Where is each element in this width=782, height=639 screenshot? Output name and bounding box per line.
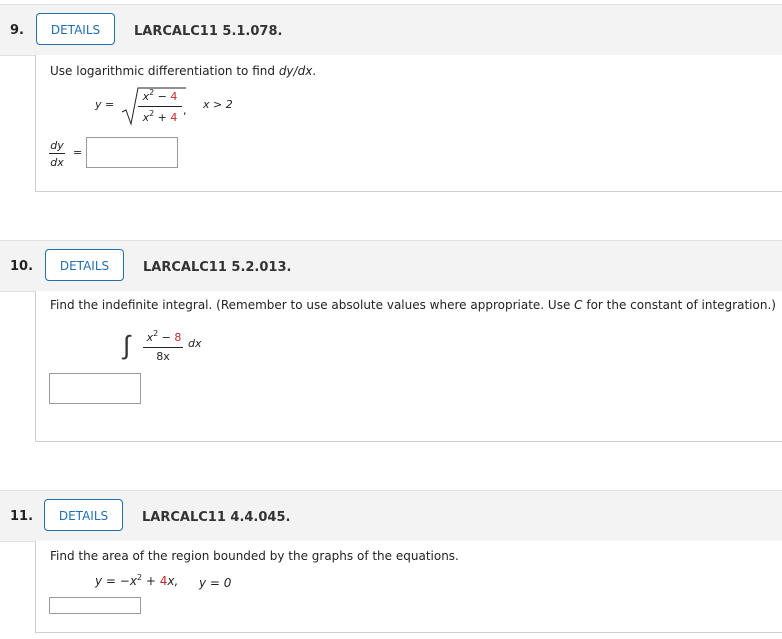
details-button[interactable]: DETAILS bbox=[44, 499, 123, 531]
details-button[interactable]: DETAILS bbox=[36, 13, 115, 45]
answer-input[interactable] bbox=[86, 137, 178, 168]
integral-sign: ∫ bbox=[123, 331, 131, 361]
answer-input[interactable] bbox=[49, 597, 141, 614]
problem-code: LARCALC11 4.4.045. bbox=[142, 510, 291, 525]
fraction-numerator: x2 − 8 bbox=[146, 329, 182, 345]
answer-equals: = bbox=[73, 146, 83, 159]
fraction-numerator: x2 − 4 bbox=[142, 88, 178, 104]
question-prompt: Use logarithmic differentiation to find … bbox=[50, 64, 317, 78]
problem-code: LARCALC11 5.1.078. bbox=[134, 24, 283, 39]
fraction-bar bbox=[138, 106, 182, 107]
question-number: 10. bbox=[10, 259, 34, 274]
answer-lhs-numerator: dy bbox=[50, 139, 64, 152]
fraction-denominator: 8x bbox=[156, 350, 170, 363]
equation-lhs: y = bbox=[95, 98, 115, 111]
question-number: 11. bbox=[10, 509, 34, 524]
equation-comma: , bbox=[183, 104, 187, 117]
fraction-bar bbox=[143, 347, 183, 348]
answer-input[interactable] bbox=[49, 373, 141, 404]
details-button[interactable]: DETAILS bbox=[45, 249, 124, 281]
answer-lhs-bar bbox=[49, 153, 65, 154]
question-header: 11. DETAILS LARCALC11 4.4.045. bbox=[0, 490, 782, 542]
problem-code: LARCALC11 5.2.013. bbox=[143, 260, 292, 275]
equation-2: y = 0 bbox=[199, 576, 232, 590]
fraction-denominator: x2 + 4 bbox=[142, 109, 178, 125]
question-prompt: Find the area of the region bounded by t… bbox=[50, 549, 459, 563]
question-header: 10. DETAILS LARCALC11 5.2.013. bbox=[0, 240, 782, 292]
question-prompt: Find the indefinite integral. (Remember … bbox=[50, 298, 776, 312]
answer-lhs-denominator: dx bbox=[50, 156, 64, 169]
equation-1: y = −x2 + 4x, bbox=[95, 573, 179, 589]
differential: dx bbox=[188, 337, 202, 350]
equation-condition: x > 2 bbox=[203, 98, 233, 111]
question-header: 9. DETAILS LARCALC11 5.1.078. bbox=[0, 4, 782, 56]
question-body bbox=[35, 291, 782, 442]
question-number: 9. bbox=[10, 23, 24, 38]
